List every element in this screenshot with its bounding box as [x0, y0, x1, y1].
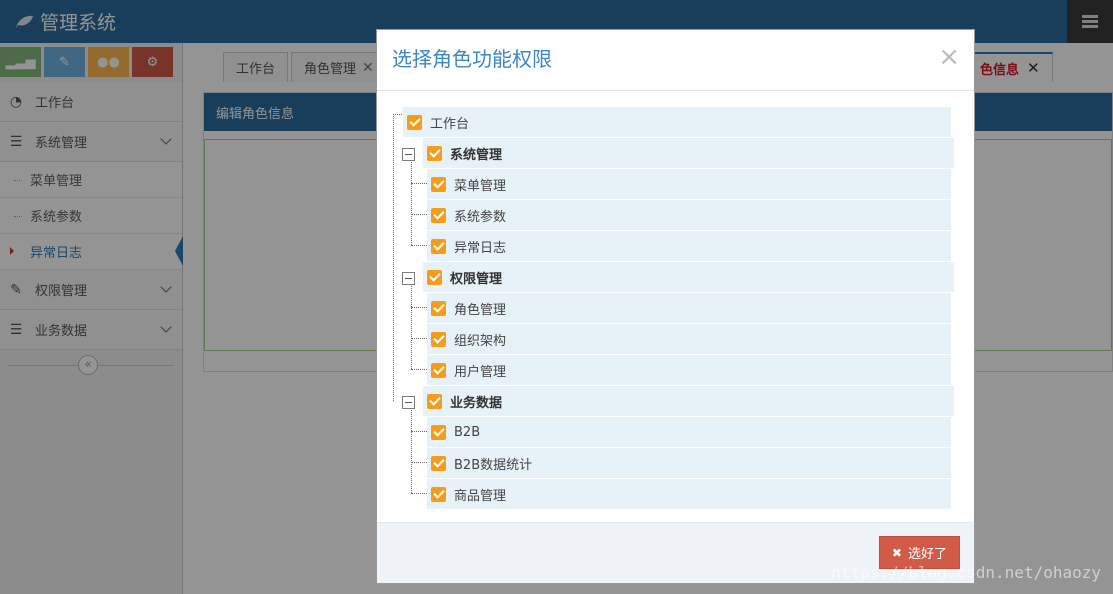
- tree-connector: [411, 338, 427, 339]
- tree-node-system[interactable]: 系统管理: [423, 138, 954, 168]
- tree-node-b2b-stats[interactable]: B2B数据统计: [427, 448, 951, 478]
- tree-node-label: 用户管理: [454, 364, 507, 380]
- tree-node-products[interactable]: 商品管理: [427, 479, 951, 509]
- checkbox-checked-icon[interactable]: [431, 362, 446, 378]
- tree-connector: [411, 214, 427, 215]
- tree-node-users[interactable]: 用户管理: [427, 355, 951, 385]
- tree-node-label: 系统管理: [450, 147, 503, 163]
- tree-node-roles[interactable]: 角色管理: [427, 293, 951, 323]
- tree-connector: [411, 183, 427, 184]
- tree-node-label: B2B: [454, 424, 481, 440]
- permission-tree: 工作台 系统管理 菜单管理 系统参数 异常日志 权限管理 角色管理 组织架构 用…: [377, 91, 974, 524]
- tree-connector: [411, 431, 427, 432]
- tree-node-org[interactable]: 组织架构: [427, 324, 951, 354]
- tree-node-business[interactable]: 业务数据: [423, 386, 954, 416]
- checkbox-checked-icon[interactable]: [407, 114, 422, 130]
- checkbox-checked-icon[interactable]: [431, 207, 446, 223]
- permission-modal: 选择角色功能权限 × 工作台 系统管理 菜单管理 系统参数 异常日志 权限管理 …: [376, 29, 975, 584]
- collapse-minus-icon[interactable]: [402, 396, 415, 409]
- tree-connector: [393, 114, 394, 401]
- tree-node-label: 工作台: [430, 116, 470, 132]
- watermark: https://blog.csdn.net/ohaozy: [831, 563, 1101, 582]
- tree-node-label: 组织架构: [454, 333, 507, 349]
- tree-node-label: 业务数据: [450, 395, 503, 411]
- collapse-minus-icon[interactable]: [402, 148, 415, 161]
- tree-node-label: 异常日志: [454, 240, 507, 256]
- checkbox-checked-icon[interactable]: [427, 269, 442, 285]
- checkbox-checked-icon[interactable]: [431, 331, 446, 347]
- checkbox-checked-icon[interactable]: [431, 424, 446, 440]
- tree-node-label: 角色管理: [454, 302, 507, 318]
- close-icon: ✖: [891, 545, 902, 560]
- tree-node-label: B2B数据统计: [454, 457, 533, 473]
- tree-node-error-log[interactable]: 异常日志: [427, 231, 951, 261]
- tree-node-menu[interactable]: 菜单管理: [427, 169, 951, 199]
- modal-title: 选择角色功能权限: [392, 47, 552, 71]
- tree-connector: [411, 245, 427, 246]
- tree-connector: [411, 286, 412, 369]
- tree-connector: [411, 307, 427, 308]
- checkbox-checked-icon[interactable]: [431, 486, 446, 502]
- tree-connector: [411, 462, 427, 463]
- checkbox-checked-icon[interactable]: [427, 145, 442, 161]
- done-button-label: 选好了: [907, 547, 947, 562]
- checkbox-checked-icon[interactable]: [431, 455, 446, 471]
- tree-connector: [411, 410, 412, 493]
- modal-header: 选择角色功能权限 ×: [377, 30, 974, 91]
- checkbox-checked-icon[interactable]: [431, 238, 446, 254]
- tree-node-label: 权限管理: [450, 271, 503, 287]
- checkbox-checked-icon[interactable]: [427, 393, 442, 409]
- collapse-minus-icon[interactable]: [402, 272, 415, 285]
- tree-connector: [411, 369, 427, 370]
- modal-body: 工作台 系统管理 菜单管理 系统参数 异常日志 权限管理 角色管理 组织架构 用…: [377, 91, 974, 524]
- tree-connector: [411, 493, 427, 494]
- checkbox-checked-icon[interactable]: [431, 300, 446, 316]
- tree-node-b2b[interactable]: B2B: [427, 417, 951, 447]
- tree-node-dashboard[interactable]: 工作台: [403, 107, 951, 137]
- tree-node-label: 菜单管理: [454, 178, 507, 194]
- close-icon[interactable]: ×: [938, 44, 960, 70]
- tree-node-params[interactable]: 系统参数: [427, 200, 951, 230]
- tree-node-permissions[interactable]: 权限管理: [423, 262, 954, 292]
- tree-connector: [393, 114, 402, 115]
- checkbox-checked-icon[interactable]: [431, 176, 446, 192]
- tree-connector: [411, 162, 412, 245]
- tree-node-label: 系统参数: [454, 209, 507, 225]
- tree-node-label: 商品管理: [454, 488, 507, 504]
